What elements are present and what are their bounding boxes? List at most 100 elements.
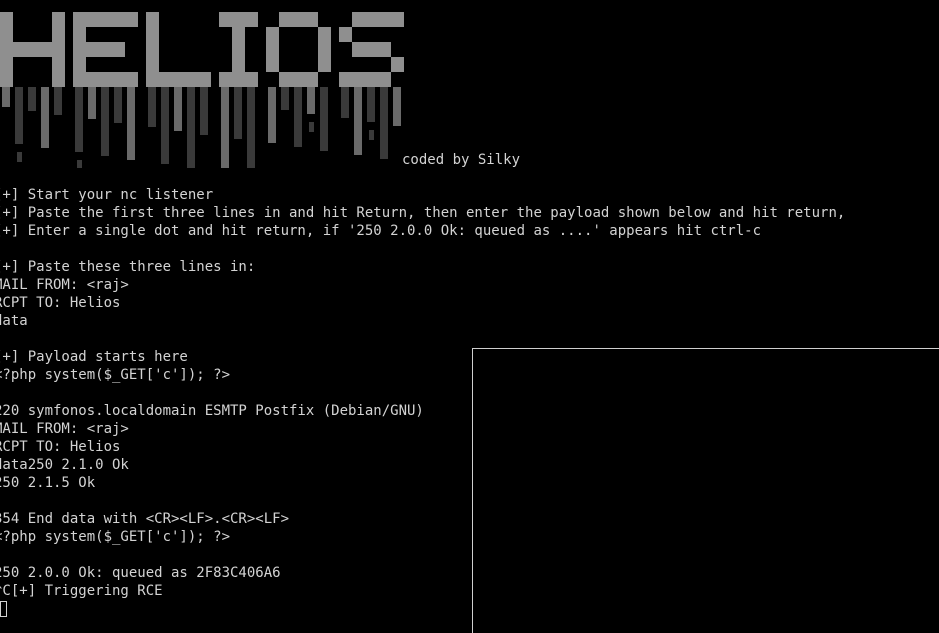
banner-letter-block — [73, 57, 86, 72]
banner-drip — [28, 87, 36, 111]
banner-letter-block — [0, 12, 13, 27]
banner-letter-block — [99, 72, 112, 87]
banner-letter-block — [86, 72, 99, 87]
banner-drip — [294, 87, 302, 147]
banner-letter-block — [86, 42, 99, 57]
banner-drip — [148, 87, 156, 127]
banner-letter-block — [318, 57, 331, 72]
banner-letter-block — [159, 72, 172, 87]
banner-letter-block — [232, 42, 245, 57]
banner-letter-block — [86, 12, 99, 27]
banner-drip — [307, 87, 315, 114]
terminal-cursor — [0, 601, 7, 617]
banner-drip — [54, 87, 62, 115]
banner-letter-block — [365, 72, 378, 87]
banner-letter-block — [391, 57, 404, 72]
banner-drip — [369, 130, 374, 140]
banner-letter-block — [146, 27, 159, 42]
banner-letter-block — [279, 12, 292, 27]
banner-letter-block — [391, 12, 404, 27]
banner-letter-block — [245, 72, 258, 87]
banner-letter-block — [245, 12, 258, 27]
banner-letter-block — [232, 12, 245, 27]
output-line — [0, 330, 845, 348]
banner-drip — [161, 87, 169, 164]
banner-letter-block — [73, 12, 86, 27]
banner-letter-block — [352, 72, 365, 87]
banner-letter-block — [352, 12, 365, 27]
banner-letter-block — [378, 12, 391, 27]
terminal-window[interactable]: coded by Silky [+] Start your nc listene… — [0, 0, 939, 633]
banner-drip — [88, 87, 96, 119]
output-line — [0, 240, 845, 258]
banner-drip — [200, 87, 208, 135]
banner-letter-block — [365, 12, 378, 27]
banner-letter-block — [112, 12, 125, 27]
output-line: MAIL FROM: <raj> — [0, 277, 129, 293]
banner-letter-block — [266, 42, 279, 57]
banner-letter-block — [0, 42, 13, 57]
banner-letter-block — [52, 27, 65, 42]
banner-letter-block — [73, 42, 86, 57]
banner-letter-block — [52, 12, 65, 27]
banner-letter-block — [52, 42, 65, 57]
banner-letter-block — [365, 42, 378, 57]
banner-letter-block — [232, 57, 245, 72]
banner-letter-block — [339, 27, 352, 42]
banner-drip — [354, 87, 362, 155]
output-line: [+] Paste these three lines in: — [0, 259, 256, 275]
banner-letter-block — [39, 42, 52, 57]
banner-drip — [309, 122, 314, 132]
banner-drip — [17, 152, 22, 162]
banner-letter-block — [146, 12, 159, 27]
banner-drip — [341, 87, 349, 118]
banner-letter-block — [305, 12, 318, 27]
banner-letter-block — [73, 72, 86, 87]
banner-drip — [187, 87, 195, 168]
banner-drip — [127, 87, 135, 160]
banner-letter-block — [26, 42, 39, 57]
banner-letter-block — [198, 72, 211, 87]
banner-drip — [268, 87, 276, 143]
banner-letter-block — [0, 27, 13, 42]
banner-letter-block — [112, 72, 125, 87]
banner-letter-block — [292, 12, 305, 27]
banner-letter-block — [219, 12, 232, 27]
banner-letter-block — [146, 57, 159, 72]
output-line: data — [0, 313, 28, 329]
output-line: [+] Enter a single dot and hit return, i… — [0, 223, 762, 239]
banner-letter-block — [99, 12, 112, 27]
banner-letter-block — [232, 72, 245, 87]
banner-letter-block — [266, 27, 279, 42]
banner-drip — [393, 87, 401, 126]
overlay-window[interactable] — [472, 348, 939, 633]
output-line: [+] Paste the first three lines in and h… — [0, 205, 846, 221]
banner-drip — [2, 87, 10, 107]
banner-drip — [15, 87, 23, 144]
banner-letter-block — [125, 12, 138, 27]
banner-credit: coded by Silky — [402, 152, 521, 168]
banner-letter-block — [146, 42, 159, 57]
banner-letter-block — [339, 72, 352, 87]
banner-letter-block — [99, 42, 112, 57]
banner-drip — [281, 87, 289, 110]
banner-drip — [75, 87, 83, 152]
banner-letter-block — [279, 72, 292, 87]
banner-letter-block — [0, 57, 13, 72]
banner-drip — [380, 87, 388, 159]
banner-drip — [174, 87, 182, 131]
banner-drip — [101, 87, 109, 156]
banner-letter-block — [266, 57, 279, 72]
banner-letter-block — [378, 42, 391, 57]
banner-drip — [41, 87, 49, 148]
banner-letter-block — [219, 72, 232, 87]
banner-letter-block — [318, 27, 331, 42]
banner-letter-block — [112, 42, 125, 57]
banner-drip — [320, 87, 328, 151]
banner-letter-block — [305, 72, 318, 87]
banner-letter-block — [172, 72, 185, 87]
banner-letter-block — [52, 57, 65, 72]
helios-ascii-banner — [0, 12, 404, 168]
banner-drip — [367, 87, 375, 122]
banner-drip — [221, 87, 229, 168]
